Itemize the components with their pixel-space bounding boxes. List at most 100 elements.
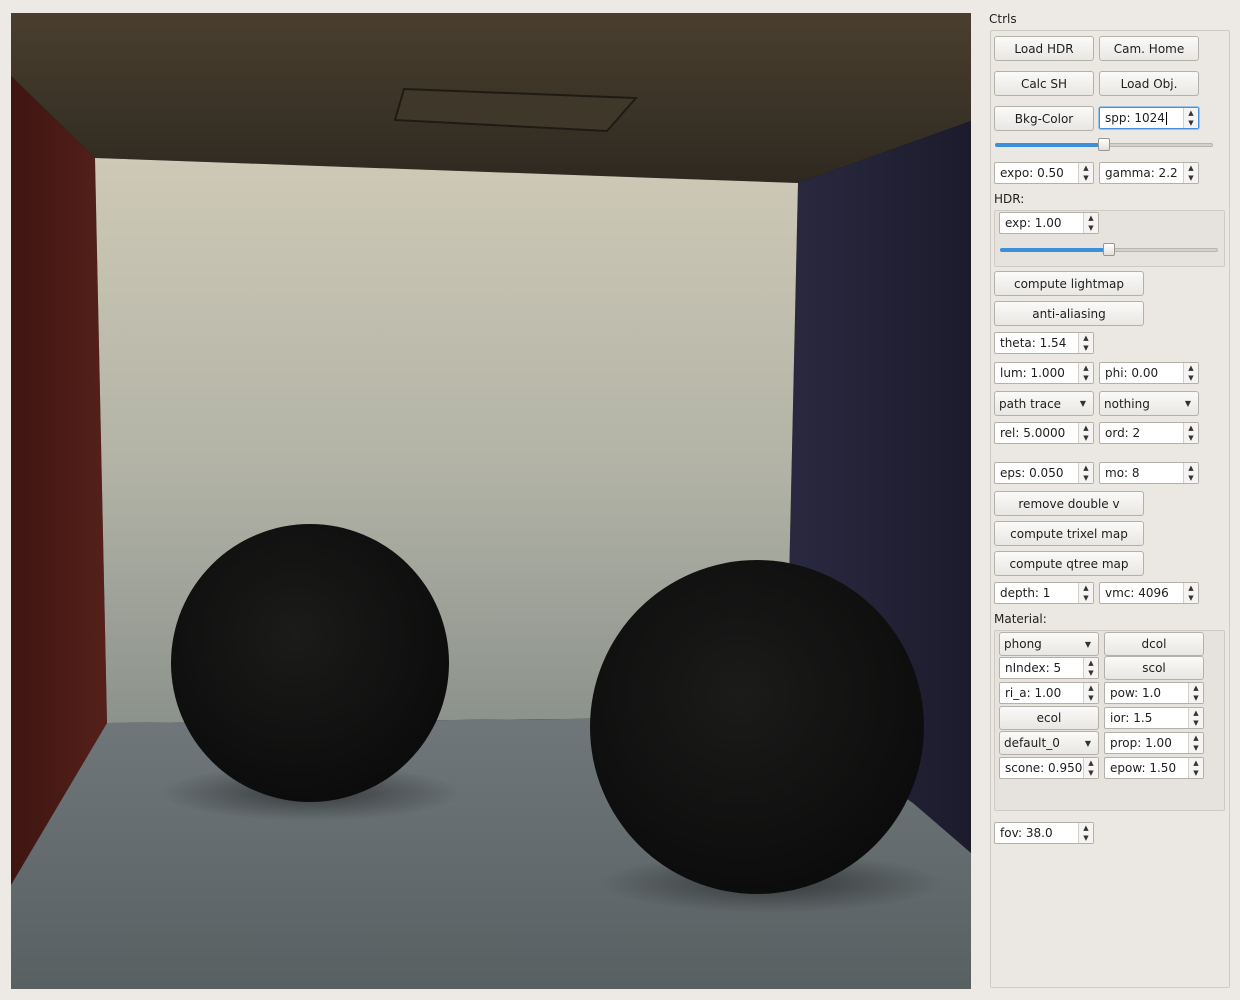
spin-down-icon[interactable]: ▼	[1184, 118, 1198, 128]
cam-home-label: Cam. Home	[1113, 41, 1185, 56]
shader-dropdown[interactable]: phong ▼	[999, 632, 1099, 656]
spin-up-icon[interactable]: ▲	[1084, 758, 1098, 768]
spin-up-icon[interactable]: ▲	[1079, 163, 1093, 173]
bkg-color-button[interactable]: Bkg-Color	[994, 106, 1094, 131]
spin-up-icon[interactable]: ▲	[1184, 108, 1198, 118]
spin-down-icon[interactable]: ▼	[1184, 433, 1198, 443]
spin-up-icon[interactable]: ▲	[1184, 583, 1198, 593]
render-viewport[interactable]	[11, 13, 971, 989]
spin-down-icon[interactable]: ▼	[1079, 593, 1093, 603]
expo-spinbox[interactable]: expo: 0.50 ▲ ▼	[994, 162, 1094, 184]
spin-down-icon[interactable]: ▼	[1189, 768, 1203, 778]
render-mode-dropdown[interactable]: path trace ▼	[994, 391, 1094, 416]
spin-up-icon[interactable]: ▲	[1184, 363, 1198, 373]
spin-up-icon[interactable]: ▲	[1184, 163, 1198, 173]
spin-down-icon[interactable]: ▼	[1084, 693, 1098, 703]
material-name-dropdown[interactable]: default_0 ▼	[999, 731, 1099, 755]
vmc-value: vmc: 4096	[1105, 586, 1169, 600]
spin-up-icon[interactable]: ▲	[1189, 683, 1203, 693]
scone-spinbox[interactable]: scone: 0.950 ▲ ▼	[999, 757, 1099, 779]
calc-sh-button[interactable]: Calc SH	[994, 71, 1094, 96]
hdr-slider-fill	[1000, 248, 1109, 252]
eps-spinbox[interactable]: eps: 0.050 ▲ ▼	[994, 462, 1094, 484]
spin-down-icon[interactable]: ▼	[1189, 693, 1203, 703]
spin-down-icon[interactable]: ▼	[1184, 373, 1198, 383]
vmc-spinbox[interactable]: vmc: 4096 ▲ ▼	[1099, 582, 1199, 604]
spin-up-icon[interactable]: ▲	[1079, 423, 1093, 433]
phi-spinbox[interactable]: phi: 0.00 ▲ ▼	[1099, 362, 1199, 384]
hdr-exp-slider[interactable]	[1000, 242, 1218, 258]
render-mode-value: path trace	[999, 396, 1062, 411]
mo-value: mo: 8	[1105, 466, 1140, 480]
hdr-slider-handle[interactable]	[1103, 243, 1115, 256]
anti-aliasing-label: anti-aliasing	[1032, 306, 1106, 321]
cam-home-button[interactable]: Cam. Home	[1099, 36, 1199, 61]
spin-up-icon[interactable]: ▲	[1079, 583, 1093, 593]
mo-spinbox[interactable]: mo: 8 ▲ ▼	[1099, 462, 1199, 484]
depth-spinbox[interactable]: depth: 1 ▲ ▼	[994, 582, 1094, 604]
ecol-button[interactable]: ecol	[999, 706, 1099, 730]
scol-button[interactable]: scol	[1104, 656, 1204, 680]
chevron-down-icon: ▼	[1079, 399, 1087, 408]
spin-down-icon[interactable]: ▼	[1079, 343, 1093, 353]
rel-value: rel: 5.0000	[1000, 426, 1066, 440]
spin-up-icon[interactable]: ▲	[1189, 708, 1203, 718]
compute-lightmap-button[interactable]: compute lightmap	[994, 271, 1144, 296]
spin-up-icon[interactable]: ▲	[1184, 423, 1198, 433]
lum-spinbox[interactable]: lum: 1.000 ▲ ▼	[994, 362, 1094, 384]
spin-down-icon[interactable]: ▼	[1079, 473, 1093, 483]
spp-slider[interactable]	[995, 137, 1213, 153]
spin-down-icon[interactable]: ▼	[1079, 433, 1093, 443]
spin-up-icon[interactable]: ▲	[1189, 733, 1203, 743]
fov-spinbox[interactable]: fov: 38.0 ▲ ▼	[994, 822, 1094, 844]
pow-value: pow: 1.0	[1110, 686, 1162, 700]
chevron-down-icon: ▼	[1084, 738, 1092, 748]
spin-down-icon[interactable]: ▼	[1189, 718, 1203, 728]
spin-down-icon[interactable]: ▼	[1184, 173, 1198, 183]
spin-up-icon[interactable]: ▲	[1079, 363, 1093, 373]
ord-value: ord: 2	[1105, 426, 1141, 440]
spin-down-icon[interactable]: ▼	[1184, 593, 1198, 603]
spin-up-icon[interactable]: ▲	[1084, 683, 1098, 693]
spin-up-icon[interactable]: ▲	[1189, 758, 1203, 768]
spin-down-icon[interactable]: ▼	[1079, 373, 1093, 383]
spin-down-icon[interactable]: ▼	[1189, 743, 1203, 753]
load-hdr-button[interactable]: Load HDR	[994, 36, 1094, 61]
depth-value: depth: 1	[1000, 586, 1051, 600]
prop-spinbox[interactable]: prop: 1.00 ▲ ▼	[1104, 732, 1204, 754]
ior-spinbox[interactable]: ior: 1.5 ▲ ▼	[1104, 707, 1204, 729]
compute-qtree-map-button[interactable]: compute qtree map	[994, 551, 1144, 576]
ri-a-spinbox[interactable]: ri_a: 1.00 ▲ ▼	[999, 682, 1099, 704]
expo-value: expo: 0.50	[1000, 166, 1064, 180]
spin-down-icon[interactable]: ▼	[1084, 668, 1098, 678]
remove-double-v-button[interactable]: remove double v	[994, 491, 1144, 516]
nindex-spinbox[interactable]: nIndex: 5 ▲ ▼	[999, 657, 1099, 679]
spin-down-icon[interactable]: ▼	[1079, 173, 1093, 183]
spin-up-icon[interactable]: ▲	[1184, 463, 1198, 473]
spp-spinbox[interactable]: spp: 1024 ▲ ▼	[1099, 107, 1199, 129]
pow-spinbox[interactable]: pow: 1.0 ▲ ▼	[1104, 682, 1204, 704]
load-obj-button[interactable]: Load Obj.	[1099, 71, 1199, 96]
hdr-exp-spinbox[interactable]: exp: 1.00 ▲ ▼	[999, 212, 1099, 234]
spin-up-icon[interactable]: ▲	[1084, 658, 1098, 668]
spp-slider-handle[interactable]	[1098, 138, 1110, 151]
mode2-dropdown[interactable]: nothing ▼	[1099, 391, 1199, 416]
anti-aliasing-button[interactable]: anti-aliasing	[994, 301, 1144, 326]
spin-down-icon[interactable]: ▼	[1184, 473, 1198, 483]
gamma-spinbox[interactable]: gamma: 2.2 ▲ ▼	[1099, 162, 1199, 184]
spin-down-icon[interactable]: ▼	[1084, 768, 1098, 778]
spin-down-icon[interactable]: ▼	[1079, 833, 1093, 843]
spin-up-icon[interactable]: ▲	[1079, 333, 1093, 343]
dcol-button[interactable]: dcol	[1104, 632, 1204, 656]
theta-spinbox[interactable]: theta: 1.54 ▲ ▼	[994, 332, 1094, 354]
ord-spinbox[interactable]: ord: 2 ▲ ▼	[1099, 422, 1199, 444]
cornell-box-render	[11, 13, 971, 989]
spin-up-icon[interactable]: ▲	[1079, 823, 1093, 833]
epow-spinbox[interactable]: epow: 1.50 ▲ ▼	[1104, 757, 1204, 779]
spin-up-icon[interactable]: ▲	[1084, 213, 1098, 223]
spin-up-icon[interactable]: ▲	[1079, 463, 1093, 473]
spin-down-icon[interactable]: ▼	[1084, 223, 1098, 233]
compute-trixel-map-button[interactable]: compute trixel map	[994, 521, 1144, 546]
theta-value: theta: 1.54	[1000, 336, 1067, 350]
rel-spinbox[interactable]: rel: 5.0000 ▲ ▼	[994, 422, 1094, 444]
